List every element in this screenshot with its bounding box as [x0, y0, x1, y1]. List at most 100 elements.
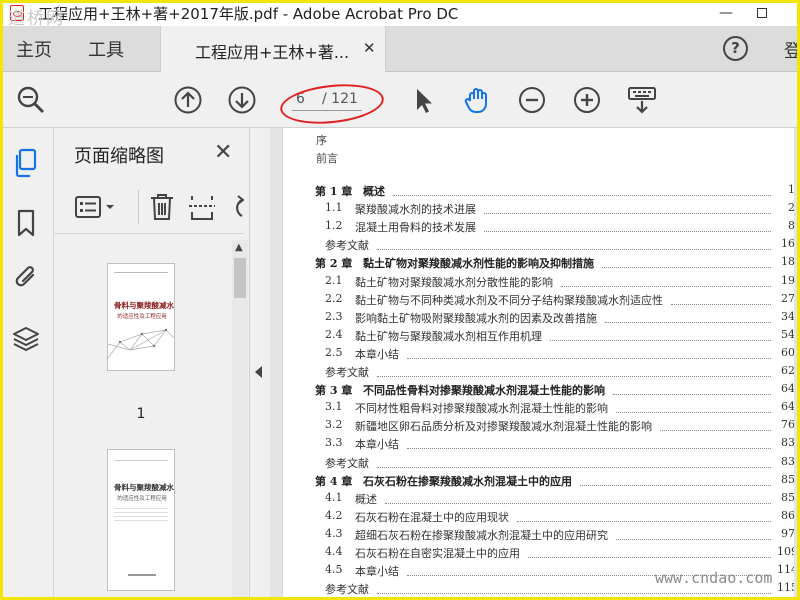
maximize-button[interactable] — [744, 0, 780, 26]
title-bar: 工程应用+王林+著+2017年版.pdf - Adobe Acrobat Pro… — [0, 0, 800, 29]
rotate-page-icon[interactable] — [230, 194, 245, 224]
toc-page-number: 2 — [777, 201, 794, 214]
delete-page-icon[interactable] — [148, 192, 176, 226]
prev-page-icon[interactable] — [173, 85, 203, 115]
toc-title: 石灰石粉在掺聚羧酸减水剂混凝土中的应用 — [363, 474, 572, 488]
document-tab[interactable]: 工程应用+王林+著... ✕ — [160, 26, 386, 72]
toc-page-number: 109 — [777, 545, 794, 558]
page-thumbnail-1[interactable]: 骨料与聚羧酸减水剂 的适应性及工程应用 — [108, 264, 174, 370]
toc-chapter[interactable]: 第 2 章黏土矿物对聚羧酸减水剂性能的影响及抑制措施 18 — [283, 255, 794, 273]
toc-entry[interactable]: 3.3 本章小结 83 — [283, 436, 794, 454]
scrollbar-thumb[interactable] — [234, 258, 246, 298]
toc-title: 新疆地区卵石品质分析及对掺聚羧酸减水剂混凝土性能的影响 — [355, 420, 652, 434]
toc-entry[interactable]: 2.1 黏土矿物对聚羧酸减水剂分散性能的影响 19 — [283, 274, 794, 292]
toc-title: 石灰石粉在自密实混凝土中的应用 — [355, 547, 520, 560]
close-tab-button[interactable]: ✕ — [363, 39, 376, 57]
scroll-up-arrow[interactable]: ▲ — [235, 242, 243, 253]
help-button[interactable]: ? — [723, 36, 748, 61]
toc-number: 第 2 章 — [315, 257, 353, 271]
page-thumbnails-icon[interactable] — [11, 148, 41, 178]
toc-entry[interactable]: 1.2 混凝土用骨料的技术发展 8 — [283, 219, 794, 237]
collapse-arrow-icon[interactable] — [255, 366, 262, 378]
toc-chapter[interactable]: 第 4 章石灰石粉在掺聚羧酸减水剂混凝土中的应用 85 — [283, 473, 794, 491]
toc-leader-dots — [377, 455, 771, 468]
toolbar: 6 / 121 — [0, 72, 800, 128]
toc-chapter[interactable]: 第 3 章不同品性骨料对掺聚羧酸减水剂混凝土性能的影响 64 — [283, 382, 794, 400]
toc-page-number: 115 — [777, 581, 794, 595]
toc-page-number: 1 — [777, 183, 794, 196]
sign-in-button[interactable]: 登 — [784, 37, 800, 63]
toc-chapter[interactable]: 第 1 章概述 1 — [283, 183, 794, 201]
attachments-icon[interactable] — [11, 262, 41, 292]
toc-leader-dots — [616, 400, 771, 414]
zoom-search-icon[interactable] — [16, 85, 46, 115]
thumbnail-options-icon[interactable] — [74, 194, 118, 224]
toc-leader-dots — [616, 527, 771, 540]
hand-icon[interactable] — [462, 85, 492, 115]
toc-number: 4.5 — [325, 563, 343, 577]
panel-title: 页面缩略图 — [74, 146, 164, 167]
thumbnail-scrollbar[interactable]: ▲ — [232, 240, 248, 600]
close-panel-button[interactable]: ✕ — [214, 140, 232, 165]
cover-title: 骨料与聚羧酸减水剂 — [114, 483, 174, 492]
cover-subtitle: 的适应性及工程应用 — [117, 496, 167, 502]
document-tab-label: 工程应用+王林+著... — [195, 43, 350, 62]
toc-entry[interactable]: 3.1 不同材性粗骨料对掺聚羧酸减水剂混凝土性能的影响 64 — [283, 400, 794, 418]
tab-tools[interactable]: 工具 — [88, 36, 124, 62]
toc-page-number: 83 — [781, 436, 794, 450]
toc-page-number: 85 — [781, 472, 794, 486]
page-thumbnail-2[interactable]: 骨料与聚羧酸减水剂 的适应性及工程应用 — [108, 450, 174, 590]
toc-leader-dots — [550, 328, 771, 341]
toc-title: 概述 — [363, 185, 385, 198]
toc-entry[interactable]: 2.5 本章小结 60 — [283, 346, 794, 364]
cover-title: 骨料与聚羧酸减水剂 — [114, 301, 174, 310]
cover-rule — [114, 460, 168, 461]
toc-number: 3.2 — [325, 418, 343, 432]
tab-bar: 主页 工具 工程应用+王林+著... ✕ ? 登 — [0, 26, 800, 72]
toc-title: 石灰石粉在混凝土中的应用现状 — [355, 510, 509, 524]
toc-entry[interactable]: 4.3 超细石灰石粉在掺聚羧酸减水剂混凝土中的应用研究 97 — [283, 527, 794, 545]
toc-number: 2.4 — [325, 327, 343, 341]
zoom-in-icon[interactable] — [572, 85, 602, 115]
toc-entry[interactable]: 1.1 聚羧酸减水剂的技术进展 2 — [283, 201, 794, 219]
toc-page-number: 54 — [781, 327, 794, 341]
toc-entry[interactable]: 2.3 影响黏土矿物吸附聚羧酸减水剂的因素及改善措施 34 — [283, 310, 794, 328]
toc-title: 影响黏土矿物吸附聚羧酸减水剂的因素及改善措施 — [355, 311, 597, 325]
tab-home[interactable]: 主页 — [16, 36, 52, 62]
toc-leader-dots — [528, 545, 771, 558]
toc-entry[interactable]: 4.4 石灰石粉在自密实混凝土中的应用 109 — [283, 545, 794, 563]
layers-icon[interactable] — [11, 324, 41, 354]
toc-number: 第 1 章 — [315, 185, 353, 198]
toc-leader-dots — [602, 255, 771, 269]
toc-page-number: 64 — [781, 400, 794, 414]
zoom-out-icon[interactable] — [517, 85, 547, 115]
select-arrow-icon[interactable] — [408, 85, 438, 115]
extract-page-icon[interactable] — [188, 192, 216, 226]
toc-entry[interactable]: 参考文献 83 — [283, 455, 794, 473]
toc-entry[interactable]: 4.1 概述 85 — [283, 491, 794, 509]
toc-entry[interactable]: 参考文献 62 — [283, 364, 794, 382]
panel-collapse-strip — [250, 128, 270, 600]
toc-entry[interactable]: 2.2 黏土矿物与不同种类减水剂及不同分子结构聚羧酸减水剂适应性 27 — [283, 292, 794, 310]
toc-leader-dots — [377, 237, 771, 251]
toc-page-number: 114 — [777, 563, 794, 577]
bookmarks-icon[interactable] — [11, 208, 41, 238]
toc-page-number: 62 — [781, 364, 794, 377]
toc-number: 3.1 — [325, 400, 343, 414]
toc-leader-dots — [660, 418, 771, 432]
toc-leader-dots — [407, 436, 771, 450]
keyboard-shortcut-icon[interactable] — [627, 85, 657, 115]
toc-title: 参考文献 — [325, 583, 369, 597]
cover-network-graphic — [108, 328, 174, 359]
cover-subtitle: 的适应性及工程应用 — [117, 314, 167, 320]
toc-entry[interactable]: 3.2 新疆地区卵石品质分析及对掺聚羧酸减水剂混凝土性能的影响 76 — [283, 418, 794, 436]
toc-entry[interactable]: 2.4 黏土矿物与聚羧酸减水剂相互作用机理 54 — [283, 328, 794, 346]
next-page-icon[interactable] — [227, 85, 257, 115]
toc-leader-dots — [393, 183, 771, 196]
toc-foreword: 前言 — [316, 152, 338, 165]
toc-title: 参考文献 — [325, 456, 369, 470]
toc-entry[interactable]: 参考文献 16 — [283, 237, 794, 255]
minimize-button[interactable]: — — [708, 0, 744, 26]
toc-leader-dots — [377, 364, 771, 377]
toc-entry[interactable]: 4.2 石灰石粉在混凝土中的应用现状 86 — [283, 509, 794, 527]
